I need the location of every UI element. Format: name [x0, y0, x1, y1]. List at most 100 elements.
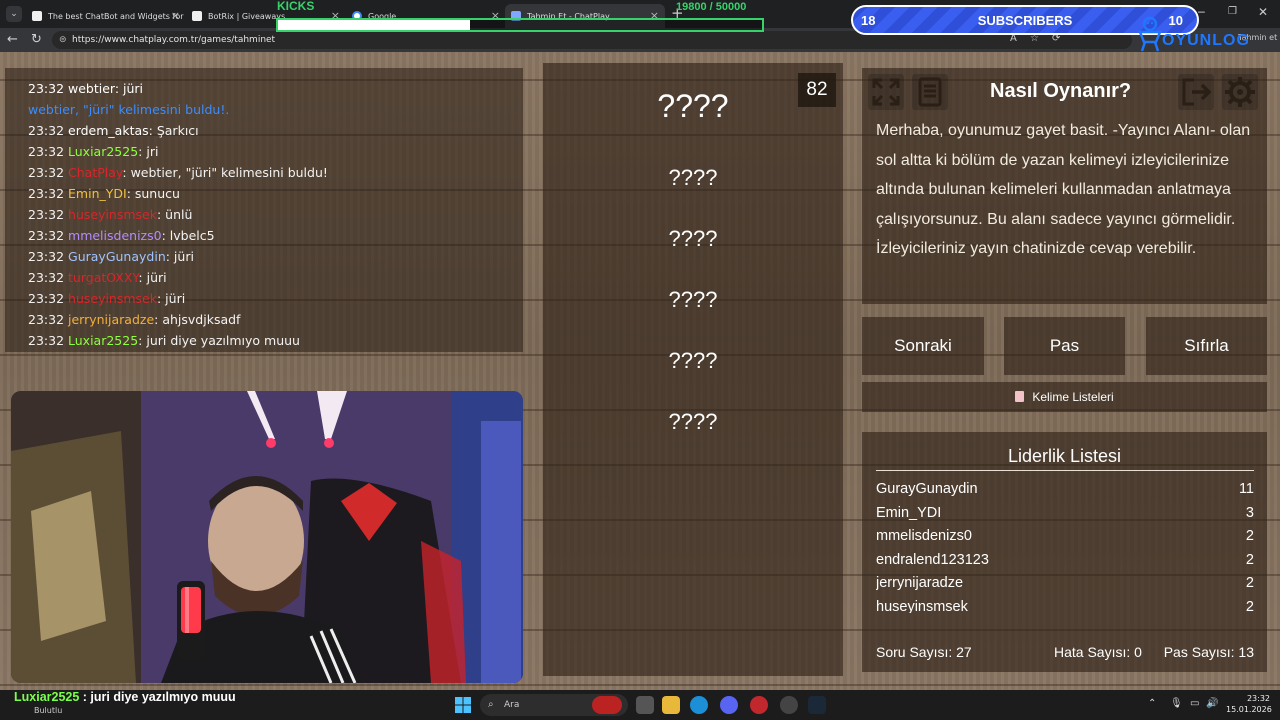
taskbar: Luxiar2525 : juri diye yazılmıyo muuu Bu… — [0, 690, 1280, 720]
leaderboard-row: GurayGunaydin 11 — [876, 477, 1254, 501]
clock-date: 15.01.2026 — [1226, 705, 1272, 714]
mascot-icon — [1138, 16, 1162, 52]
url-text: https://www.chatplay.com.tr/games/tahmin… — [72, 35, 276, 45]
site-info-icon[interactable]: ⊜ — [59, 31, 67, 49]
system-clock[interactable]: 23:32 15.01.2026 — [1226, 693, 1272, 715]
chat-time: 23:32 — [28, 123, 65, 138]
widget-icon[interactable] — [592, 696, 622, 714]
chat-username[interactable]: erdem_aktas — [68, 123, 149, 138]
chat-text: : webtier, "jüri" kelimesini buldu! — [122, 165, 328, 180]
back-icon[interactable]: ← — [7, 32, 18, 47]
discord-icon[interactable] — [720, 696, 738, 714]
player-score: 2 — [1245, 575, 1254, 592]
exit-icon[interactable] — [1178, 74, 1214, 110]
chat-username[interactable]: turgatOXXY — [68, 270, 138, 285]
close-window-icon[interactable]: ✕ — [1258, 5, 1268, 19]
kicks-progress-fill — [278, 20, 470, 30]
reset-button[interactable]: Sıfırla — [1146, 317, 1267, 375]
chat-message: 23:32 Luxiar2525: juri diye yazılmıyo mu… — [28, 330, 518, 351]
chat-username[interactable]: Emin_YDI — [68, 186, 127, 201]
chat-message: 23:32 Emin_YDI: sunucu — [28, 183, 518, 204]
weather-label[interactable]: Bulutlu — [34, 706, 62, 715]
chat-text: : lvbelc5 — [161, 228, 215, 243]
network-icon[interactable]: ▭ — [1190, 698, 1199, 709]
player-name: huseyinsmsek — [876, 598, 968, 613]
forbidden-word-1: ???? — [668, 165, 718, 190]
chat-username[interactable]: ChatPlay — [68, 165, 122, 180]
volume-icon[interactable]: 🔊 — [1206, 698, 1218, 709]
tab-chatbot[interactable]: The best ChatBot and Widgets for × — [26, 4, 186, 28]
forbidden-word-4: ???? — [668, 348, 718, 373]
kicks-current: 19800 — [676, 1, 707, 13]
chat-username[interactable]: huseyinsmsek — [68, 207, 157, 222]
brand-text: OYUNLOG — [1162, 32, 1250, 49]
chat-message: 23:32 jerrynijaradze: ahjsvdjksadf — [28, 309, 518, 330]
player-name: endralend123123 — [876, 551, 989, 568]
chat-time: 23:32 — [28, 186, 65, 201]
task-view-icon[interactable] — [636, 696, 654, 714]
tab-search-button[interactable]: ⌄ — [6, 6, 22, 22]
kicks-count: 19800 / 50000 — [676, 1, 746, 13]
file-explorer-icon[interactable] — [662, 696, 680, 714]
obs-icon[interactable] — [750, 696, 768, 714]
chat-text: : ünlü — [157, 207, 193, 222]
chat-time: 23:32 — [28, 249, 65, 264]
chat-text: : sunucu — [126, 186, 180, 201]
kicks-goal: / 50000 — [709, 1, 747, 13]
word-lists-button[interactable]: Kelime Listeleri — [862, 382, 1267, 412]
chat-time: 23:32 — [28, 207, 65, 222]
chat-username[interactable]: GurayGunaydin — [68, 249, 166, 264]
player-name: mmelisdenizs0 — [876, 528, 972, 545]
player-score: 3 — [1245, 504, 1254, 521]
leaderboard-row: Emin_YDI 3 — [876, 501, 1254, 525]
chat-text: : jri — [138, 144, 159, 159]
player-score: 11 — [1238, 481, 1254, 497]
chat-username[interactable]: mmelisdenizs0 — [68, 228, 162, 243]
leaderboard-list[interactable]: GurayGunaydin 11 Emin_YDI 3 mmelisdenizs0 2 en… — [876, 477, 1254, 613]
webcam-image — [11, 391, 523, 683]
oyunlog-logo: OYUNLOG — [1136, 16, 1256, 52]
leaderboard-panel: Liderlik Listesi GurayGunaydin 11 Emin_YDI… — [862, 432, 1267, 672]
pass-count: Pas Sayısı: 13 — [1163, 644, 1254, 660]
divider — [876, 470, 1254, 471]
chat-time: 23:32 — [28, 228, 65, 243]
chat-time: 23:32 — [28, 270, 65, 285]
gear-icon[interactable] — [1222, 74, 1258, 110]
next-button[interactable]: Sonraki — [862, 317, 984, 375]
question-count: Soru Sayısı: 27 — [876, 644, 972, 660]
player-name: Emin_YDI — [876, 504, 942, 521]
chat-time: 23:32 — [28, 291, 65, 306]
document-icon[interactable] — [912, 74, 948, 110]
chat-username[interactable]: Luxiar2525 — [68, 333, 138, 348]
chat-username[interactable]: jerrynijaradze — [68, 312, 154, 327]
clock-time: 23:32 — [1246, 694, 1270, 703]
steam-icon[interactable] — [808, 696, 826, 714]
chat-username[interactable]: huseyinsmsek — [68, 291, 157, 306]
pass-button[interactable]: Pas — [1004, 317, 1125, 375]
timer: 82 — [798, 73, 836, 107]
forbidden-word-5: ???? — [668, 409, 718, 434]
notebook-icon — [1015, 391, 1025, 402]
edge-icon[interactable] — [690, 696, 708, 714]
tab-title: BotRix | Giveaways — [208, 11, 286, 21]
chat-time: 23:32 — [28, 333, 65, 348]
chat-message: 23:32 GurayGunaydin: jüri — [28, 246, 518, 267]
chat-panel: 23:32 webtier: jüri webtier, "jüri" kelim… — [5, 68, 523, 352]
reload-icon[interactable]: ↻ — [31, 32, 42, 47]
chat-message: 23:32 huseyinsmsek: ünlü — [28, 204, 518, 225]
leaderboard-row: endralend123123 2 — [876, 548, 1254, 572]
chat-message: 23:32 ChatPlay: webtier, "jüri" kelimesi… — [28, 162, 518, 183]
windows-start-icon[interactable] — [455, 697, 471, 713]
microphone-icon[interactable]: 🎙 — [1170, 698, 1183, 709]
chat-list: 23:32 webtier: jüri webtier, "jüri" kelim… — [28, 78, 518, 351]
player-name: jerrynijaradze — [876, 575, 964, 592]
app-icon[interactable] — [780, 696, 798, 714]
chat-message: 23:32 Luxiar2525: jri — [28, 141, 518, 162]
chat-message: 23:32 webtier: jüri — [28, 78, 518, 99]
ticker-user: Luxiar2525 — [14, 690, 80, 704]
fullscreen-icon[interactable] — [868, 74, 904, 110]
tray-chevron-icon[interactable]: ⌃ — [1148, 698, 1156, 709]
chat-time: 23:32 — [28, 165, 65, 180]
tab-close-icon[interactable]: × — [171, 9, 180, 22]
chat-username[interactable]: Luxiar2525 — [68, 144, 138, 159]
